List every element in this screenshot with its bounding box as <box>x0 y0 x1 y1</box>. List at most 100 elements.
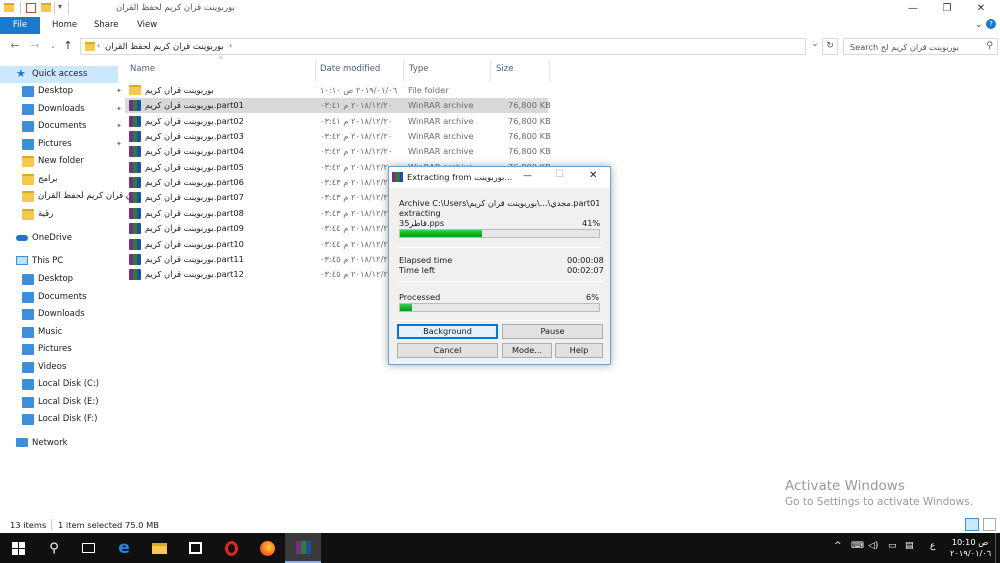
divider <box>397 247 602 248</box>
sidebar-item-label: Desktop <box>38 86 74 96</box>
file-date: ٢٠١٨/١٢/٢٠ م ٠٣:٤٣ <box>320 207 393 218</box>
dialog-title-bar: Extracting from بوربوينت... — ☐ ✕ <box>389 167 610 188</box>
rar-archive-icon <box>129 253 141 265</box>
input-language[interactable]: ع <box>930 541 935 551</box>
download-icon <box>22 103 34 115</box>
firefox-icon[interactable] <box>249 533 285 563</box>
details-view-icon[interactable] <box>965 518 979 531</box>
archive-path: Archive C:\Users\مجدي\...\بوربوينت قران … <box>399 198 599 208</box>
column-header-name[interactable]: Name <box>130 64 155 78</box>
winrar-taskbar-icon[interactable] <box>285 533 321 563</box>
dialog-maximize-button[interactable]: ☐ <box>555 169 564 180</box>
tab-share[interactable]: Share <box>84 17 129 34</box>
file-date: ٢٠١٨/١٢/٢٠ م ٠٣:٤١ <box>320 115 393 126</box>
close-button[interactable]: ✕ <box>964 0 998 17</box>
minimize-button[interactable]: — <box>896 0 930 17</box>
file-name: بوربوينت قران كريم.part03 <box>145 131 244 142</box>
computer-icon <box>16 256 28 265</box>
sidebar-item-label: ن قران كريم لحفظ القران <box>38 191 133 201</box>
new-folder-icon[interactable] <box>41 3 51 12</box>
properties-icon[interactable] <box>26 3 36 13</box>
opera-icon[interactable] <box>213 533 249 563</box>
battery-icon[interactable]: ▭ <box>888 541 897 551</box>
folder-icon <box>4 3 14 12</box>
expand-ribbon-icon[interactable]: ⌄ <box>975 20 983 30</box>
dialog-minimize-button[interactable]: — <box>523 171 532 181</box>
store-icon[interactable] <box>177 533 213 563</box>
processed-percent: 6% <box>586 292 599 302</box>
mode-button[interactable]: Mode... <box>502 343 552 358</box>
column-separator[interactable] <box>549 60 550 82</box>
file-row[interactable]: بوربوينت قران كريم ٢٠١٩/٠١/٠٦ ص ١٠:١٠ File… <box>125 83 548 98</box>
search-taskbar-icon[interactable]: ⚲ <box>36 533 72 563</box>
file-name: بوربوينت قران كريم.part06 <box>145 177 244 188</box>
help-icon[interactable]: ? <box>986 19 996 29</box>
file-explorer-icon[interactable] <box>141 533 177 563</box>
tab-file[interactable]: File <box>0 17 40 34</box>
drive-icon <box>22 396 34 408</box>
background-button[interactable]: Background <box>397 324 498 339</box>
file-row[interactable]: بوربوينت قران كريم.part04 ٢٠١٨/١٢/٢٠ م ٠٣… <box>125 144 551 159</box>
forward-arrow-icon[interactable]: → <box>28 39 42 53</box>
show-desktop-button[interactable] <box>995 533 1000 563</box>
back-arrow-icon[interactable]: ← <box>8 39 22 53</box>
recent-locations-icon[interactable]: ⌄ <box>46 39 60 53</box>
rar-archive-icon <box>129 146 141 158</box>
cancel-button[interactable]: Cancel <box>397 343 498 358</box>
network-tray-icon[interactable]: ⌨ <box>851 541 864 551</box>
start-button[interactable] <box>0 533 36 563</box>
column-header-size[interactable]: Size <box>496 64 513 78</box>
rar-archive-icon <box>129 115 141 127</box>
sidebar-item-label: Videos <box>38 361 67 372</box>
search-input[interactable]: Search بوربوينت قران كريم لح ⚲ <box>843 38 998 55</box>
column-separator[interactable] <box>403 60 404 82</box>
action-center-icon[interactable]: ▤ <box>905 541 914 551</box>
rar-archive-icon <box>129 161 141 173</box>
rar-archive-icon <box>129 238 141 250</box>
elapsed-value: 00:00:08 <box>567 255 604 265</box>
sidebar-item-label: Pictures <box>38 344 72 354</box>
dialog-close-button[interactable]: ✕ <box>589 170 597 181</box>
chevron-icon: ‹ <box>97 41 101 50</box>
documents-icon <box>22 121 34 132</box>
search-placeholder: Search بوربوينت قران كريم لح <box>850 42 959 52</box>
address-path: بوربوينت قران كريم لحفظ القران <box>105 42 224 52</box>
divider <box>68 2 69 14</box>
edge-icon[interactable]: e <box>106 533 142 563</box>
file-row[interactable]: بوربوينت قران كريم.part02 ٢٠١٨/١٢/٢٠ م ٠٣… <box>125 114 551 129</box>
file-name: بوربوينت قران كريم.part05 <box>145 161 244 172</box>
column-header-type[interactable]: Type <box>409 64 429 78</box>
address-dropdown-icon[interactable]: ⌄ <box>808 39 822 54</box>
customize-toolbar-icon[interactable]: ▾ <box>58 2 62 11</box>
large-icons-view-icon[interactable] <box>983 518 996 531</box>
sidebar-item-label: رقية <box>38 208 54 219</box>
help-button[interactable]: Help <box>555 343 603 358</box>
show-hidden-icons-icon[interactable]: ^ <box>834 541 842 551</box>
search-icon: ⚲ <box>986 41 993 51</box>
divider <box>54 2 55 14</box>
tab-home[interactable]: Home <box>42 17 87 34</box>
dialog-title: Extracting from بوربوينت... <box>407 172 513 182</box>
sidebar-item-label: Local Disk (F:) <box>38 414 98 424</box>
volume-icon[interactable]: ◁) <box>868 541 878 551</box>
file-row[interactable]: بوربوينت قران كريم.part01 ٢٠١٨/١٢/٢٠ م ٠٣… <box>125 98 551 114</box>
up-arrow-icon[interactable]: ↑ <box>61 39 75 53</box>
file-name: بوربوينت قران كريم.part04 <box>145 146 244 157</box>
drive-icon <box>22 414 34 425</box>
task-view-icon[interactable] <box>70 533 106 563</box>
tab-view[interactable]: View <box>127 17 167 34</box>
column-separator[interactable] <box>490 60 491 82</box>
maximize-button[interactable]: ❐ <box>930 0 964 17</box>
column-header-date[interactable]: Date modified <box>320 64 380 78</box>
file-row[interactable]: بوربوينت قران كريم.part03 ٢٠١٨/١٢/٢٠ م ٠٣… <box>125 129 551 144</box>
total-progress-bar <box>399 303 600 312</box>
time-left-label: Time left <box>399 265 435 275</box>
clock[interactable]: 10:10 ص ٢٠١٩/٠١/٠٦ <box>950 537 991 559</box>
pause-button[interactable]: Pause <box>502 324 603 339</box>
column-separator[interactable] <box>315 60 316 82</box>
divider <box>393 320 606 321</box>
address-bar[interactable]: ‹ بوربوينت قران كريم لحفظ القران ‹ <box>80 38 806 55</box>
pictures-icon <box>22 138 34 150</box>
status-selection: 1 item selected 75.0 MB <box>58 520 159 530</box>
refresh-icon[interactable]: ↻ <box>822 38 838 55</box>
